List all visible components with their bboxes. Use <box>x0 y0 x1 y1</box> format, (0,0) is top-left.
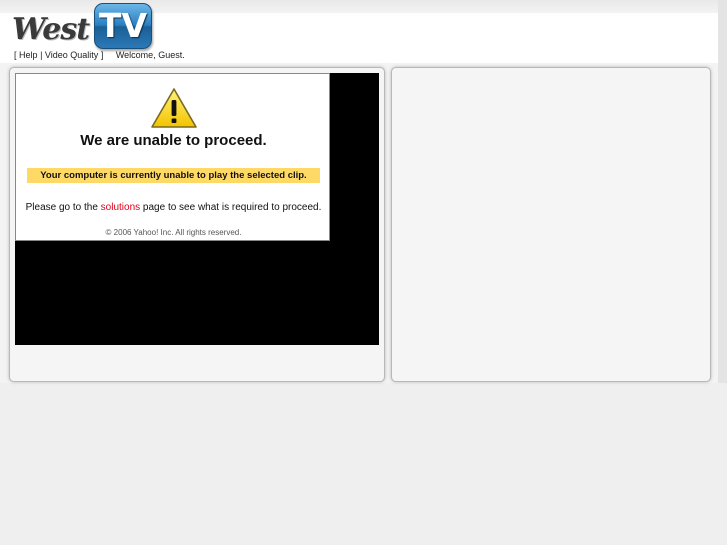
error-message-start: Please go to the <box>25 202 101 213</box>
video-quality-link[interactable]: Video Quality <box>45 50 98 60</box>
help-link[interactable]: Help <box>19 50 38 60</box>
warning-triangle-icon <box>151 88 197 128</box>
error-dialog: We are unable to proceed. Your computer … <box>15 73 330 241</box>
solutions-link[interactable]: solutions <box>101 202 140 213</box>
error-highlight: Your computer is currently unable to pla… <box>27 168 320 183</box>
westtv-logo[interactable]: West TV <box>12 3 152 51</box>
logo-tv-badge: TV <box>94 3 152 49</box>
nav-bracket-close: ] <box>100 50 104 60</box>
right-edge <box>718 0 727 383</box>
copyright-text: © 2006 Yahoo! Inc. All rights reserved. <box>105 228 242 237</box>
error-message: Please go to the solutions page to see w… <box>16 202 331 213</box>
nav-separator: | <box>40 50 43 60</box>
logo-word: West <box>12 12 90 47</box>
error-message-end: page to see what is required to proceed. <box>140 202 322 213</box>
side-panel <box>391 67 711 382</box>
error-title: We are unable to proceed. <box>80 132 267 149</box>
top-nav: [ Help | Video Quality ] Welcome, Guest. <box>14 50 185 60</box>
welcome-text: Welcome, Guest. <box>115 50 185 60</box>
nav-bracket-open: [ <box>14 50 17 60</box>
